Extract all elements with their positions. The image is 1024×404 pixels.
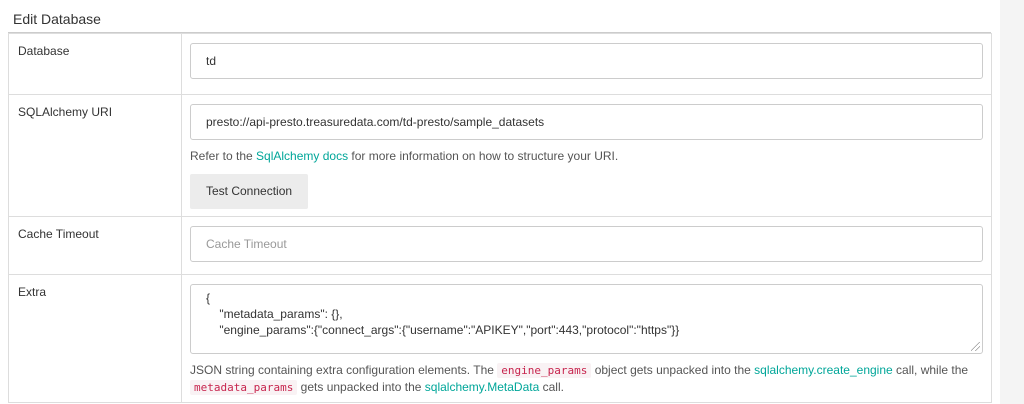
uri-input[interactable]: presto://api-presto.treasuredata.com/td-… — [190, 104, 983, 140]
metadata-link[interactable]: sqlalchemy.MetaData — [425, 380, 540, 394]
extra-help-text: JSON string containing extra configurati… — [190, 363, 969, 395]
sqlalchemy-docs-link[interactable]: SqlAlchemy docs — [256, 149, 348, 163]
uri-row: SQLAlchemy URI presto://api-presto.treas… — [8, 94, 992, 217]
extra-textarea[interactable]: { "metadata_params": {}, "engine_params"… — [190, 284, 983, 354]
extra-line-3: "engine_params":{"connect_args":{"userna… — [206, 323, 680, 337]
database-input[interactable]: td — [190, 43, 983, 79]
cache-timeout-input[interactable]: Cache Timeout — [190, 226, 983, 262]
uri-field-cell: presto://api-presto.treasuredata.com/td-… — [181, 94, 992, 217]
extra-row: Extra { "metadata_params": {}, "engine_p… — [8, 274, 992, 403]
edit-database-form: Database td SQLAlchemy URI presto://api-… — [8, 33, 992, 403]
create-engine-link[interactable]: sqlalchemy.create_engine — [754, 363, 893, 377]
extra-line-2: "metadata_params": {}, — [206, 307, 343, 321]
cache-timeout-label: Cache Timeout — [8, 216, 182, 275]
database-field-cell: td — [181, 33, 992, 95]
database-label: Database — [8, 33, 182, 95]
engine-params-code: engine_params — [497, 363, 592, 378]
cache-timeout-row: Cache Timeout Cache Timeout — [8, 216, 992, 275]
extra-field-cell: { "metadata_params": {}, "engine_params"… — [181, 274, 992, 403]
database-row: Database td — [8, 33, 992, 95]
page-title: Edit Database — [13, 11, 101, 27]
uri-help-text: Refer to the SqlAlchemy docs for more in… — [190, 149, 619, 163]
resize-handle-icon[interactable] — [971, 342, 980, 351]
cache-timeout-field-cell: Cache Timeout — [181, 216, 992, 275]
extra-line-1: { — [206, 291, 211, 305]
metadata-params-code: metadata_params — [190, 380, 298, 395]
extra-label: Extra — [8, 274, 182, 403]
uri-label: SQLAlchemy URI — [8, 94, 182, 217]
edit-database-panel: Edit Database Database td SQLAlchemy URI… — [0, 0, 1000, 404]
test-connection-button[interactable]: Test Connection — [190, 174, 309, 209]
